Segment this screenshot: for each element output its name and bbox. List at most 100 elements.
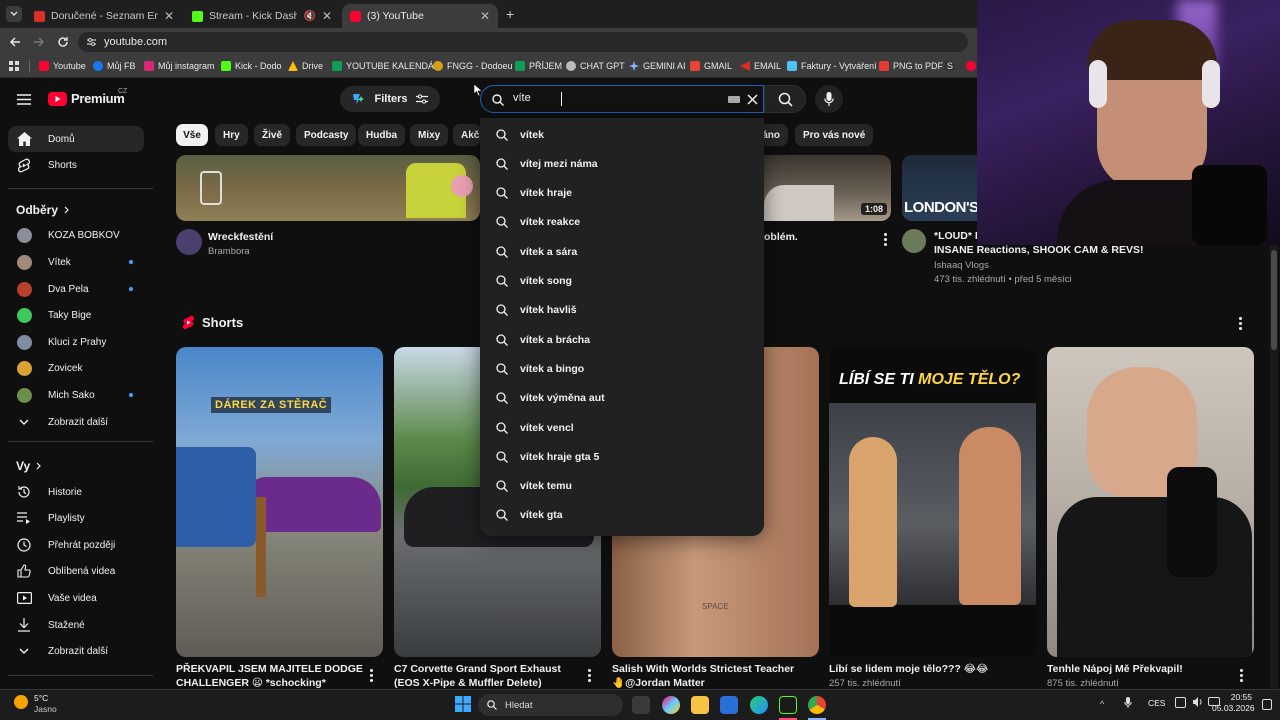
browser-tab-youtube[interactable]: (3) YouTube ✕ [342,4,498,28]
clear-search-icon[interactable] [747,94,758,105]
search-suggestion-item[interactable]: vítek temu [480,472,764,501]
search-suggestion-item[interactable]: vítek výměna aut [480,384,764,413]
sidebar-channel-zovicek[interactable]: Zovicek [8,355,144,381]
page-scrollbar-track[interactable] [1270,245,1278,689]
close-tab-icon[interactable]: ✕ [480,9,490,23]
video-thumbnail[interactable]: LONDON'S [902,155,977,221]
bookmark-youtube[interactable]: Youtube [39,61,86,71]
sidebar-item-downloads[interactable]: Stažené [8,612,144,638]
shorts-menu-kebab-icon[interactable] [1238,316,1242,330]
back-button[interactable] [9,36,21,48]
search-suggestion-item[interactable]: vítek havliš [480,296,764,325]
reload-button[interactable] [57,36,69,48]
site-info-icon[interactable] [86,37,97,47]
new-tab-button[interactable]: + [506,6,514,22]
search-suggestion-item[interactable]: vítek reakce [480,208,764,237]
channel-avatar[interactable] [902,229,926,253]
short-menu-kebab-icon[interactable] [587,668,591,682]
sidebar-item-playlists[interactable]: Playlisty [8,505,144,531]
short-thumbnail[interactable]: LÍBÍ SE TI MOJE TĚLO? [829,347,1036,657]
weather-temp[interactable]: 5°C [34,693,48,703]
forward-button[interactable] [33,36,45,48]
short-title[interactable]: PŘEKVAPIL JSEM MAJITELE DODGE CHALLENGER … [176,662,363,690]
video-title[interactable]: oblém. [764,230,798,244]
chip-live[interactable]: Živě [254,124,291,146]
close-tab-icon[interactable]: ✕ [322,9,332,23]
bookmark-fngg[interactable]: FNGG - Dodoeu [433,61,513,71]
kick-app-icon[interactable] [779,696,797,714]
sidebar-channel-kluci-z-prahy[interactable]: Kluci z Prahy [8,329,144,355]
language-indicator[interactable]: CES [1148,698,1165,708]
sidebar-show-more-subscriptions[interactable]: Zobrazit další [8,409,144,435]
search-suggestion-item[interactable]: vítek a bingo [480,354,764,383]
sidebar-channel-taky-bige[interactable]: Taky Bige [8,302,144,328]
bookmark-gemini[interactable]: GEMINI AI [629,61,686,71]
video-title[interactable]: Wreckfestění [208,230,273,244]
bookmark-drive[interactable]: Drive [288,61,323,71]
short-menu-kebab-icon[interactable] [1239,668,1243,682]
notifications-icon[interactable] [1262,699,1272,710]
search-suggestion-item[interactable]: vítej mezi náma [480,149,764,178]
chip-mixes[interactable]: Mixy [410,124,449,146]
search-suggestion-item[interactable]: vítek song [480,267,764,296]
bookmark-instagram[interactable]: Můj instagram [144,61,215,71]
sidebar-item-shorts[interactable]: Shorts [8,152,144,178]
chip-podcasts[interactable]: Podcasty [296,124,357,146]
video-channel[interactable]: Brambora [208,245,250,259]
sidebar-channel-vitek[interactable]: Vítek [8,249,144,275]
search-suggestion-item[interactable]: vítek vencl [480,413,764,442]
bookmark-s[interactable]: S [945,61,956,71]
bookmark-facebook[interactable]: Můj FB [93,61,136,71]
filters-button[interactable]: Filters [340,86,440,112]
guide-menu-button[interactable] [17,94,31,105]
task-view-icon[interactable] [632,696,650,714]
search-input[interactable]: víte [480,85,764,113]
sidebar-channel-mich-sako[interactable]: Mich Sako [8,382,144,408]
bookmark-overflow[interactable] [966,61,976,71]
sidebar-channel-dva-pela[interactable]: Dva Pela [8,276,144,302]
search-suggestion-item[interactable]: vítek gta [480,501,764,530]
microphone-tray-icon[interactable] [1124,697,1132,709]
network-icon[interactable] [1175,697,1186,708]
channel-avatar[interactable] [176,229,202,255]
sidebar-item-history[interactable]: Historie [8,479,144,505]
bookmark-chatgpt[interactable]: CHAT GPT [566,61,625,71]
you-heading[interactable]: Vy [16,459,42,473]
short-thumbnail[interactable]: DÁREK ZA STĚRAČ [176,347,383,657]
short-title[interactable]: Salish With Worlds Strictest Teacher 🤚@Jo… [612,662,794,690]
weather-desc[interactable]: Jasno [34,704,57,714]
bookmark-png-to-pdf[interactable]: PNG to PDF [879,61,943,71]
sidebar-channel-koza-bobkov[interactable]: KOZA BOBKOV [8,222,144,248]
video-thumbnail[interactable]: 1:08 [764,155,891,221]
short-title[interactable]: C7 Corvette Grand Sport Exhaust (EOS X-Pi… [394,662,561,690]
search-suggestion-item[interactable]: vítek [480,120,764,149]
sidebar-item-your-videos[interactable]: Vaše videa [8,585,144,611]
close-tab-icon[interactable]: ✕ [164,9,174,23]
short-menu-kebab-icon[interactable] [369,668,373,682]
bookmark-prijem[interactable]: PŘÍJEM [515,61,562,71]
chip-all[interactable]: Vše [176,124,208,146]
browser-tab-email[interactable]: Doručené - Seznam Email ✕ [26,4,182,28]
search-suggestion-item[interactable]: vítek hraje gta 5 [480,442,764,471]
apps-grid-icon[interactable] [9,61,19,71]
video-menu-kebab-icon[interactable] [883,232,887,246]
taskbar-search-input[interactable]: Hledat [478,694,623,716]
voice-search-button[interactable] [815,85,843,113]
bookmark-youtube-calendar[interactable]: YOUTUBE KALENDÁŘ [332,61,441,71]
sidebar-show-more-you[interactable]: Zobrazit další [8,638,144,664]
browser-tab-kick[interactable]: Stream - Kick Dashboard 🔇 ✕ [184,4,340,28]
copilot-icon[interactable] [662,696,680,714]
keyboard-icon[interactable] [728,96,740,103]
bookmark-gmail[interactable]: GMAIL [690,61,732,71]
address-bar-input[interactable]: youtube.com [78,32,968,52]
search-suggestion-item[interactable]: vítek hraje [480,179,764,208]
bookmark-email[interactable]: EMAIL [740,61,781,71]
file-explorer-icon[interactable] [691,696,709,714]
tray-overflow-icon[interactable]: ^ [1100,699,1104,709]
clock-time[interactable]: 20:55 [1228,692,1252,702]
tab-search-button[interactable] [6,6,22,22]
search-suggestion-item[interactable]: vítek a sára [480,237,764,266]
search-button[interactable] [764,85,806,113]
clock-date[interactable]: 05.03.2026 [1212,703,1255,713]
sidebar-item-watch-later[interactable]: Přehrát později [8,532,144,558]
